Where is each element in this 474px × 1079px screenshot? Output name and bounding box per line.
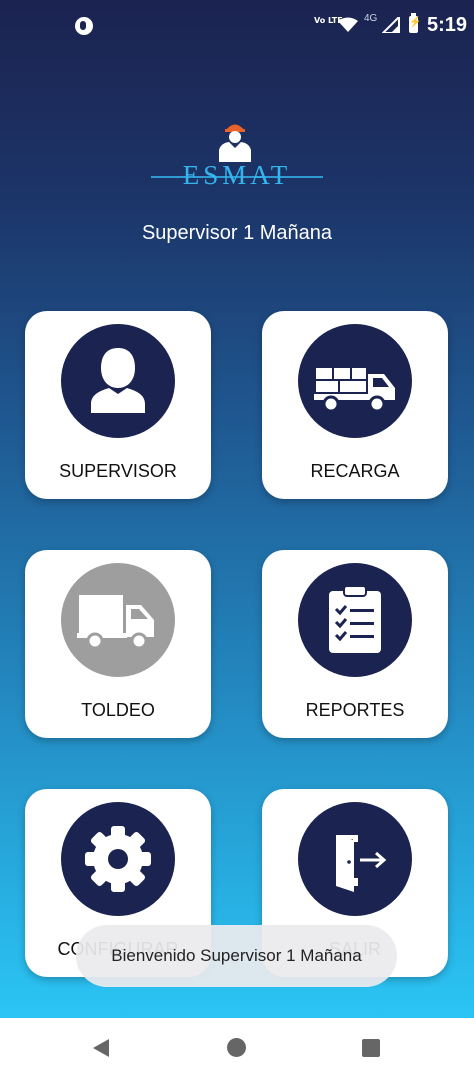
gear-icon: [61, 802, 175, 916]
tile-label: TOLDEO: [81, 700, 155, 720]
clipboard-checklist-icon: [298, 563, 412, 677]
tile-label: REPORTES: [305, 700, 405, 720]
tile-label: RECARGA: [310, 461, 400, 481]
home-icon[interactable]: [227, 1038, 246, 1057]
reportes-tile[interactable]: REPORTES: [262, 550, 448, 738]
signal-icon: [382, 17, 400, 33]
logged-user-name: Supervisor 1 Mañana: [141, 222, 333, 244]
recarga-tile[interactable]: RECARGA: [262, 311, 448, 499]
status-bar: Vo LTE 4G 5:19: [0, 0, 474, 52]
battery-charging-icon: [409, 13, 421, 33]
network-type-label: 4G: [364, 13, 378, 24]
truck-icon: [61, 563, 175, 677]
loaded-truck-icon: [298, 324, 412, 438]
app-notification-icon: [75, 17, 93, 35]
status-time: 5:19: [427, 14, 468, 36]
worker-helmet-icon: [219, 124, 251, 162]
welcome-toast: Bienvenido Supervisor 1 Mañana: [76, 925, 397, 987]
brand-underline: [151, 176, 323, 178]
system-navigation-bar: [0, 1018, 474, 1079]
recents-icon[interactable]: [362, 1039, 380, 1057]
exit-door-icon: [298, 802, 412, 916]
wifi-icon: [338, 17, 358, 32]
esmat-logo: ESMAT: [147, 120, 327, 195]
person-icon: [61, 324, 175, 438]
tile-label: SUPERVISOR: [59, 461, 177, 481]
toldeo-tile[interactable]: TOLDEO: [25, 550, 211, 738]
back-icon[interactable]: [91, 1038, 111, 1058]
supervisor-tile[interactable]: SUPERVISOR: [25, 311, 211, 499]
